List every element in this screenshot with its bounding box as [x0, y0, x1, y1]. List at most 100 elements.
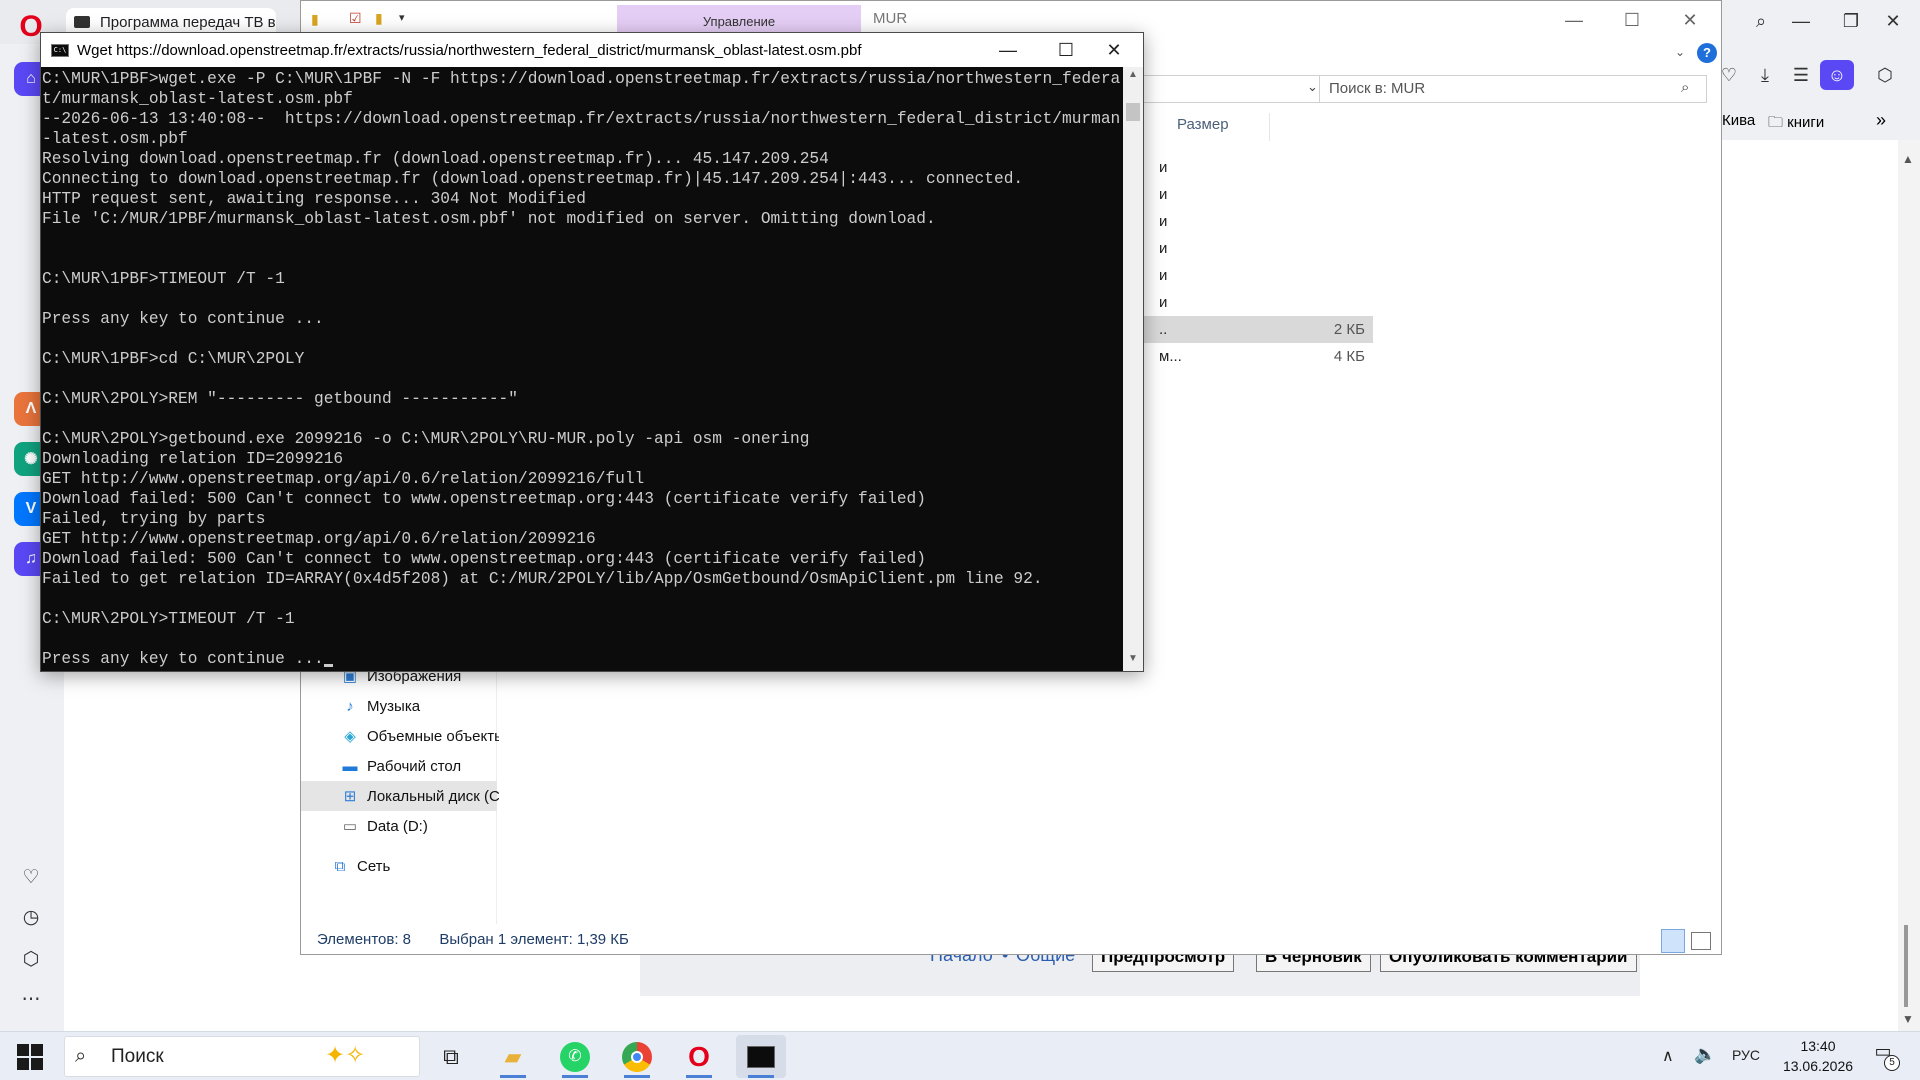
console-close-icon[interactable]: ✕: [1085, 33, 1143, 67]
folder-icon[interactable]: ▮: [311, 11, 319, 28]
new-folder-icon[interactable]: ▮: [375, 10, 383, 27]
tray-overflow-icon[interactable]: ∧: [1662, 1046, 1674, 1066]
search-input[interactable]: Поиск в: MUR: [1319, 75, 1707, 103]
console-output[interactable]: C:\MUR\1PBF>wget.exe -P C:\MUR\1PBF -N -…: [41, 67, 1121, 671]
properties-icon[interactable]: ☑: [349, 10, 362, 27]
extensions-icon[interactable]: ⬡: [1868, 60, 1902, 90]
task-view-icon[interactable]: ⧉: [426, 1035, 476, 1078]
explorer-minimize-icon[interactable]: —: [1545, 5, 1603, 35]
chrome-icon[interactable]: [612, 1035, 662, 1078]
nav-item-local-disk[interactable]: ⊞ Локальный диск (C:): [341, 783, 499, 811]
heart-icon[interactable]: ♡: [14, 862, 48, 892]
console-line: Failed to get relation ID=ARRAY(0x4d5f20…: [42, 570, 1043, 588]
local-disk-icon: ⊞: [343, 788, 357, 805]
explorer-close-icon[interactable]: ✕: [1661, 5, 1719, 35]
list-item[interactable]: и: [1141, 181, 1571, 208]
nav-item-3d-objects[interactable]: ◈ Объемные объекты: [341, 723, 499, 751]
console-line: t/murmansk_oblast-latest.osm.pbf: [42, 90, 353, 108]
scroll-thumb[interactable]: [1126, 103, 1140, 121]
status-bar: Элементов: 8 Выбран 1 элемент: 1,39 КБ: [301, 926, 1721, 954]
list-item[interactable]: и: [1141, 262, 1571, 289]
clock[interactable]: 13:40 13.06.2026: [1778, 1036, 1858, 1076]
console-scrollbar[interactable]: ▲ ▼: [1123, 67, 1143, 671]
file-explorer-icon[interactable]: ▰: [488, 1035, 538, 1078]
column-header-size[interactable]: Размер: [1177, 116, 1229, 133]
console-window: C:\ Wget https://download.openstreetmap.…: [40, 32, 1144, 672]
3d-objects-icon: ◈: [344, 728, 356, 745]
restore-icon[interactable]: ❐: [1834, 6, 1868, 36]
address-dropdown-icon[interactable]: ⌄: [1307, 79, 1318, 95]
search-icon: ⌕: [1681, 79, 1690, 96]
minimize-icon[interactable]: —: [1784, 6, 1818, 36]
language-indicator[interactable]: РУС: [1732, 1047, 1760, 1063]
nav-item-music[interactable]: ♪ Музыка: [341, 693, 420, 721]
console-line: Connecting to download.openstreetmap.fr …: [42, 170, 1024, 188]
nav-item-data-drive[interactable]: ▭ Data (D:): [341, 813, 428, 841]
nav-label: Объемные объекты: [367, 728, 499, 745]
details-view-icon[interactable]: [1661, 929, 1685, 953]
easy-setup-icon[interactable]: ☰: [1784, 60, 1818, 90]
notification-icon[interactable]: ▭ 5: [1866, 1041, 1900, 1071]
nav-item-desktop[interactable]: ▬ Рабочий стол: [341, 753, 462, 781]
console-line: File 'C:/MUR/1PBF/murmansk_oblast-latest…: [42, 210, 936, 228]
search-icon[interactable]: ⌕: [1744, 6, 1778, 36]
console-line: --2026-06-13 13:40:08-- https://download…: [42, 110, 1121, 128]
console-line: C:\MUR\2POLY>REM "--------- getbound ---…: [42, 390, 518, 408]
opera-icon[interactable]: O: [674, 1035, 724, 1078]
scroll-up-icon[interactable]: ▲: [1902, 152, 1914, 166]
tv-icon: [74, 16, 90, 28]
windows-start-icon[interactable]: [10, 1042, 50, 1072]
close-icon[interactable]: ✕: [1876, 6, 1910, 36]
console-line: C:\MUR\2POLY>getbound.exe 2099216 -o C:\…: [42, 430, 810, 448]
explorer-maximize-icon[interactable]: ☐: [1603, 5, 1661, 35]
nav-label: Локальный диск (C:): [367, 788, 499, 805]
profile-icon[interactable]: ☺: [1820, 60, 1854, 90]
scroll-thumb[interactable]: [1904, 925, 1908, 1007]
box-icon[interactable]: ⬡: [14, 944, 48, 974]
clock-time: 13:40: [1800, 1038, 1836, 1054]
folder-icon: 🗀: [1768, 114, 1788, 131]
scroll-up-icon[interactable]: ▲: [1123, 69, 1143, 85]
bookmark-kiva[interactable]: Кива: [1722, 112, 1755, 129]
help-icon[interactable]: ?: [1697, 43, 1717, 63]
whatsapp-icon[interactable]: ✆: [550, 1035, 600, 1078]
history-icon[interactable]: ◷: [14, 902, 48, 932]
console-line: GET http://www.openstreetmap.org/api/0.6…: [42, 530, 596, 548]
nav-label: Рабочий стол: [367, 758, 462, 775]
download-icon[interactable]: ⤓: [1748, 60, 1782, 90]
scroll-down-icon[interactable]: ▼: [1902, 1012, 1914, 1026]
file-row-selected[interactable]: .. 2 КБ: [1141, 316, 1373, 343]
list-item[interactable]: и: [1141, 289, 1571, 316]
status-item-count: Элементов: 8: [317, 931, 412, 948]
file-name: ..: [1159, 321, 1168, 338]
clock-date: 13.06.2026: [1782, 1058, 1854, 1074]
bookmark-books[interactable]: 🗀 книги: [1768, 112, 1824, 137]
list-item[interactable]: и: [1141, 208, 1571, 235]
volume-icon[interactable]: 🔈: [1694, 1044, 1716, 1065]
list-item[interactable]: и: [1141, 154, 1571, 181]
file-size: 2 КБ: [1333, 321, 1365, 338]
console-icon[interactable]: [736, 1035, 786, 1078]
taskbar-search[interactable]: ⌕ Поиск ✦✧: [64, 1036, 420, 1077]
more-icon[interactable]: ⋯: [14, 984, 48, 1014]
qat-dropdown-icon[interactable]: ▾: [399, 11, 405, 24]
list-item[interactable]: и: [1141, 235, 1571, 262]
file-row[interactable]: м... 4 КБ: [1141, 343, 1373, 370]
console-titlebar[interactable]: C:\ Wget https://download.openstreetmap.…: [41, 33, 1143, 67]
ribbon-expand-icon[interactable]: ⌄: [1675, 45, 1685, 59]
tab-manage[interactable]: Управление: [617, 5, 861, 35]
nav-label: Data (D:): [367, 818, 428, 835]
nav-item-network[interactable]: ⧉ Сеть: [331, 853, 391, 881]
chevron-right-icon[interactable]: »: [1876, 110, 1886, 131]
drive-icon: ▭: [342, 818, 358, 835]
large-icons-view-icon[interactable]: [1691, 932, 1711, 950]
column-divider[interactable]: [1269, 113, 1270, 141]
page-scrollbar[interactable]: [1898, 140, 1920, 1031]
console-line: Downloading relation ID=2099216: [42, 450, 344, 468]
console-minimize-icon[interactable]: —: [979, 33, 1037, 67]
scroll-down-icon[interactable]: ▼: [1123, 653, 1143, 669]
notification-badge: 5: [1884, 1055, 1900, 1071]
console-line: -latest.osm.pbf: [42, 130, 188, 148]
